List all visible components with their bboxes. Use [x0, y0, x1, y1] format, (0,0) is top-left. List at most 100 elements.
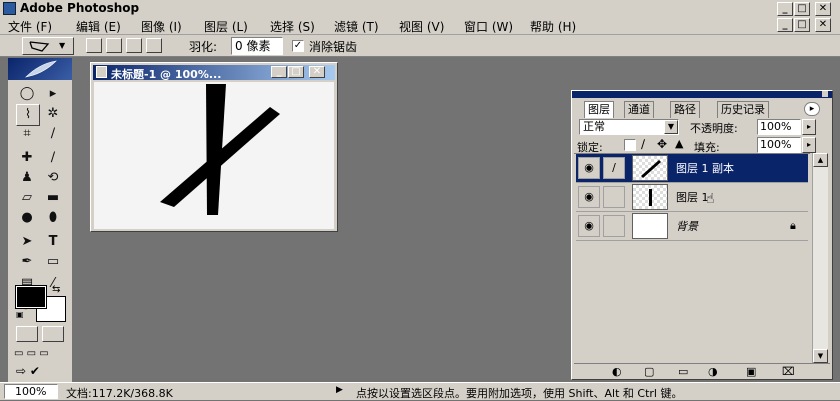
- menu-layer[interactable]: 图层 (L): [204, 18, 248, 35]
- chevron-down-icon: ▼: [59, 41, 66, 50]
- lock-transparency-icon[interactable]: [624, 139, 636, 151]
- screen-mode-buttons[interactable]: ▭ ▭ ▭: [14, 348, 66, 362]
- doc-restore-button[interactable]: □: [794, 18, 810, 32]
- clone-stamp-icon[interactable]: ♟: [16, 168, 38, 188]
- doc-minimize-button[interactable]: _: [777, 18, 793, 32]
- menu-image[interactable]: 图像 (I): [141, 18, 182, 35]
- eye-icon[interactable]: ◉: [578, 215, 600, 237]
- brush-link-icon[interactable]: ∕: [603, 157, 625, 179]
- layers-scrollbar[interactable]: ▲ ▼: [812, 153, 828, 363]
- lock-paint-icon[interactable]: ∕: [641, 137, 645, 151]
- adjustment-layer-icon[interactable]: ◑: [708, 365, 718, 378]
- lock-all-icon[interactable]: ▲: [675, 137, 683, 150]
- status-arrow-icon[interactable]: ▶: [336, 385, 343, 395]
- fill-input[interactable]: 100%: [757, 137, 801, 153]
- chevron-down-icon: ▼: [664, 120, 678, 134]
- minimize-button[interactable]: _: [777, 2, 793, 16]
- doc-info: 文档:117.2K/368.8K: [66, 387, 173, 400]
- history-brush-icon[interactable]: ⟲: [42, 168, 64, 188]
- layer-row[interactable]: ◉ 图层 1 ☝: [576, 183, 808, 212]
- app-title: Adobe Photoshop: [20, 1, 140, 15]
- menu-file[interactable]: 文件 (F): [8, 18, 52, 35]
- opacity-slider-arrow-icon[interactable]: ▸: [802, 119, 816, 135]
- marquee-tool-icon[interactable]: ◯: [16, 84, 38, 104]
- link-box[interactable]: [603, 186, 625, 208]
- blur-tool-icon[interactable]: ●: [16, 208, 38, 228]
- trash-icon[interactable]: ⌧: [782, 365, 795, 378]
- toolbox: ◯ ▸ ⌇ ✲ ⌗ ∕ ✚ ∕ ♟ ⟲ ▱ ▬ ● ⬮ ➤ T ✒ ▭ ▤ ⁄ …: [8, 58, 72, 384]
- intersect-selection-icon[interactable]: [146, 38, 162, 53]
- jump-to-imageready-icon[interactable]: ⇨ ✔: [16, 364, 66, 380]
- layer-mask-icon[interactable]: ▢: [644, 365, 654, 378]
- crop-tool-icon[interactable]: ⌗: [16, 124, 38, 144]
- pen-tool-icon[interactable]: ✒: [16, 252, 38, 272]
- fill-slider-arrow-icon[interactable]: ▸: [802, 137, 816, 153]
- link-box[interactable]: [603, 215, 625, 237]
- add-to-selection-icon[interactable]: [106, 38, 122, 53]
- gradient-tool-icon[interactable]: ▬: [42, 188, 64, 208]
- eye-icon[interactable]: ◉: [578, 186, 600, 208]
- doc-win-close-button[interactable]: ✕: [309, 66, 325, 78]
- quick-mask-button[interactable]: [42, 326, 64, 342]
- panel-title-bar: [572, 91, 832, 98]
- tab-channels[interactable]: 通道: [624, 101, 654, 118]
- lasso-tool-icon[interactable]: ⌇: [16, 104, 40, 126]
- close-button[interactable]: ✕: [815, 2, 831, 16]
- slice-tool-icon[interactable]: ∕: [42, 124, 64, 144]
- menu-help[interactable]: 帮助 (H): [530, 18, 576, 35]
- type-tool-icon[interactable]: T: [42, 232, 64, 252]
- menu-window[interactable]: 窗口 (W): [464, 18, 513, 35]
- photoshop-app-icon: [3, 2, 16, 15]
- feather-input[interactable]: 0 像素: [231, 37, 283, 55]
- layer-name: 图层 1: [676, 191, 709, 204]
- move-tool-icon[interactable]: ▸: [42, 84, 64, 104]
- layer-row[interactable]: ◉ ∕ 图层 1 副本: [576, 154, 808, 183]
- swap-colors-icon[interactable]: ⇆: [52, 284, 60, 295]
- tab-history[interactable]: 历史记录: [717, 101, 769, 118]
- layer-style-icon[interactable]: ◐: [612, 365, 622, 378]
- layer-name: 图层 1 副本: [676, 162, 734, 175]
- status-message: 点按以设置选区段点。要用附加选项，使用 Shift、Alt 和 Ctrl 键。: [356, 387, 683, 400]
- menu-filter[interactable]: 滤镜 (T): [334, 18, 379, 35]
- tool-preset-picker[interactable]: ▼: [22, 37, 74, 55]
- dodge-tool-icon[interactable]: ⬮: [42, 208, 64, 228]
- document-icon: [96, 66, 107, 78]
- healing-brush-icon[interactable]: ✚: [16, 148, 38, 168]
- tab-paths[interactable]: 路径: [670, 101, 700, 118]
- subtract-selection-icon[interactable]: [126, 38, 142, 53]
- toolbox-header: [8, 58, 72, 80]
- antialias-checkbox[interactable]: ✓: [292, 40, 304, 52]
- feather-label: 羽化:: [189, 40, 218, 54]
- new-set-icon[interactable]: ▭: [678, 365, 688, 378]
- brush-tool-icon[interactable]: ∕: [42, 148, 64, 168]
- maximize-button[interactable]: □: [794, 2, 810, 16]
- scroll-up-icon[interactable]: ▲: [813, 153, 828, 167]
- path-selection-icon[interactable]: ➤: [16, 232, 38, 252]
- canvas[interactable]: [94, 82, 334, 229]
- doc-close-button[interactable]: ✕: [815, 18, 831, 32]
- menu-select[interactable]: 选择 (S): [270, 18, 315, 35]
- default-colors-icon[interactable]: ▣: [16, 310, 24, 319]
- tab-layers[interactable]: 图层: [584, 101, 614, 118]
- doc-win-minimize-button[interactable]: _: [271, 66, 287, 78]
- magic-wand-icon[interactable]: ✲: [42, 104, 64, 124]
- new-layer-icon[interactable]: ▣: [746, 365, 756, 378]
- eye-icon[interactable]: ◉: [578, 157, 600, 179]
- blend-mode-select[interactable]: 正常 ▼: [579, 119, 679, 135]
- new-selection-icon[interactable]: [86, 38, 102, 53]
- shape-tool-icon[interactable]: ▭: [42, 252, 64, 272]
- lock-move-icon[interactable]: ✥: [657, 137, 667, 151]
- panel-menu-arrow-icon[interactable]: ▸: [804, 102, 820, 116]
- foreground-color-swatch[interactable]: [15, 285, 47, 309]
- layer-row[interactable]: ◉ 背景 🔒︎: [576, 212, 808, 241]
- panel-close-icon[interactable]: [822, 91, 828, 97]
- zoom-field[interactable]: 100%: [4, 384, 58, 399]
- scroll-down-icon[interactable]: ▼: [813, 349, 828, 363]
- menu-view[interactable]: 视图 (V): [399, 18, 444, 35]
- doc-win-maximize-button[interactable]: □: [288, 66, 304, 78]
- menu-edit[interactable]: 编辑 (E): [76, 18, 121, 35]
- document-title: 未标题-1 @ 100%...: [111, 68, 222, 81]
- opacity-input[interactable]: 100%: [757, 119, 801, 135]
- standard-mode-button[interactable]: [16, 326, 38, 342]
- eraser-tool-icon[interactable]: ▱: [16, 188, 38, 208]
